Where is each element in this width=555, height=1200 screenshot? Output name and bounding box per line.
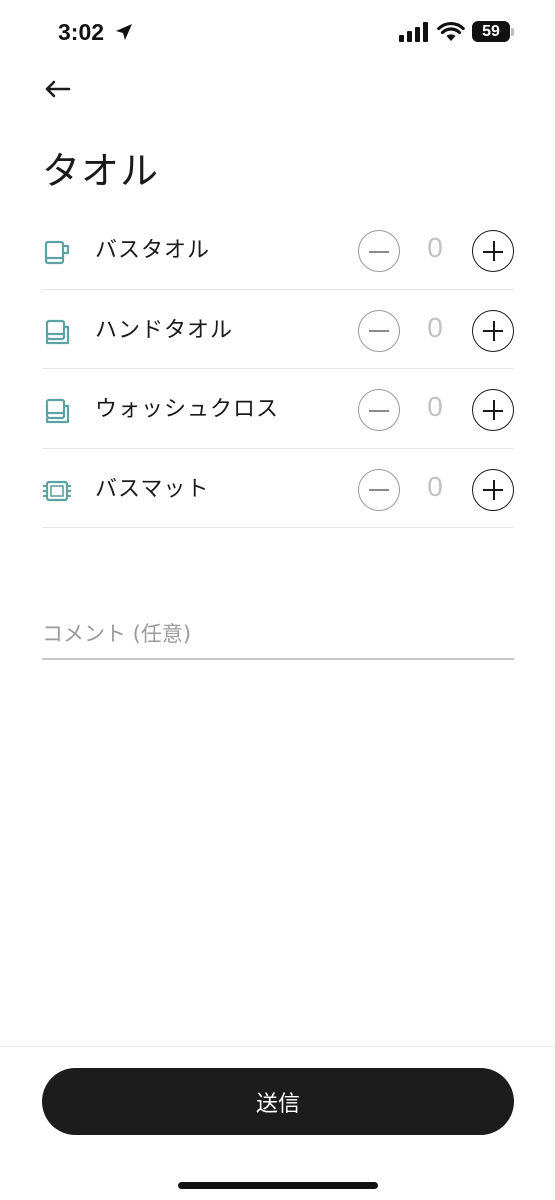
item-quantity: 0 — [427, 232, 443, 263]
list-item: ハンドタオル 0 — [42, 290, 514, 369]
washcloth-icon — [45, 398, 70, 424]
home-indicator — [178, 1182, 378, 1189]
back-arrow-icon — [45, 80, 71, 98]
bath-mat-icon — [43, 480, 71, 501]
towel-item-list: バスタオル 0 ハンドタオル 0 ウォッシュクロス 0 バスマット 0 — [42, 210, 514, 528]
battery-cap — [511, 28, 514, 36]
decrease-button[interactable] — [358, 309, 400, 352]
cellular-signal-icon — [399, 22, 428, 42]
list-item: ウォッシュクロス 0 — [42, 369, 514, 449]
bath-towel-icon — [44, 240, 70, 265]
status-bar: 3:02 59 — [0, 0, 555, 64]
status-time: 3:02 — [58, 19, 105, 45]
item-label: バスタオル — [95, 238, 211, 263]
decrease-button[interactable] — [358, 389, 400, 431]
wifi-icon — [437, 21, 465, 41]
item-quantity: 0 — [427, 311, 443, 343]
item-quantity: 0 — [427, 391, 443, 422]
footer-divider — [0, 1046, 555, 1047]
increase-button[interactable] — [472, 468, 514, 511]
hand-towel-icon — [45, 319, 70, 344]
increase-button[interactable] — [472, 309, 514, 352]
increase-button[interactable] — [472, 230, 514, 272]
decrease-button[interactable] — [358, 230, 400, 272]
battery-indicator: 59 — [472, 21, 510, 42]
list-item: バスタオル 0 — [42, 210, 514, 290]
decrease-button[interactable] — [358, 468, 400, 511]
submit-button[interactable]: 送信 — [42, 1068, 514, 1135]
battery-level: 59 — [482, 22, 500, 40]
increase-button[interactable] — [472, 389, 514, 431]
item-label: ハンドタオル — [95, 317, 234, 343]
comment-input[interactable] — [42, 610, 514, 660]
item-quantity: 0 — [427, 470, 443, 502]
page-title: タオル — [42, 149, 160, 193]
item-label: バスマット — [95, 476, 210, 502]
back-button[interactable] — [40, 74, 74, 104]
location-arrow-icon — [116, 24, 132, 40]
list-item: バスマット 0 — [42, 449, 514, 528]
item-label: ウォッシュクロス — [95, 397, 280, 422]
towel-request-screen: 3:02 59 タオル バスタオル 0 ハンドタオル 0 ウォッシュクロス 0 … — [0, 0, 555, 1200]
